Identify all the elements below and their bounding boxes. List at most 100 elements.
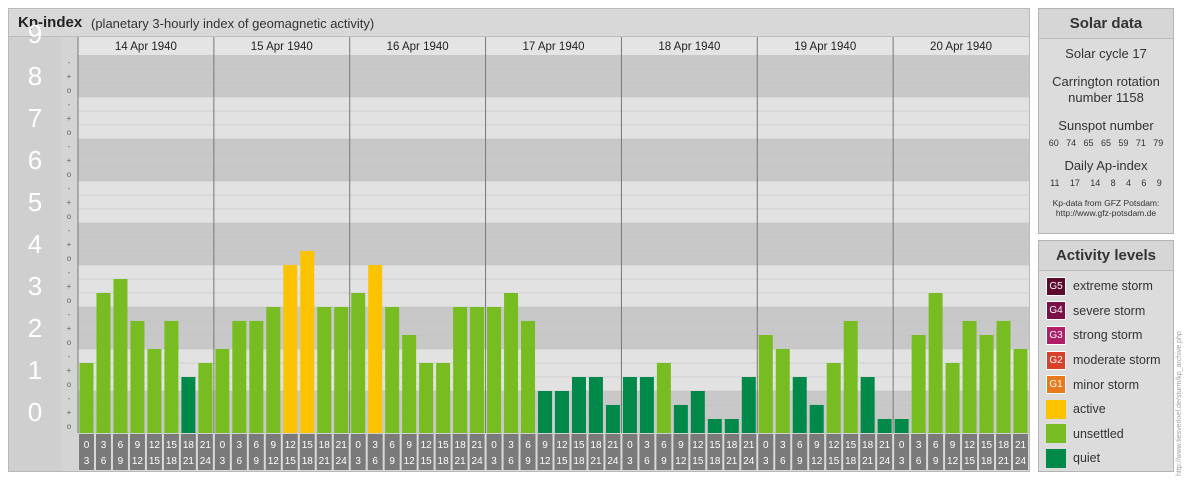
- interval-start-label: 21: [1015, 440, 1027, 451]
- interval-end-label: 9: [118, 456, 124, 467]
- interval-start-label: 0: [220, 440, 226, 451]
- kp-bar-chart: 0123456789o+-o+-o+-o+-o+-o+-o+-o+-o+-14 …: [9, 19, 1029, 471]
- interval-start-label: 21: [336, 440, 348, 451]
- kp-bar: [436, 362, 451, 433]
- ap-value: 4: [1126, 178, 1132, 188]
- kp-bar: [164, 320, 179, 433]
- interval-start-label: 9: [814, 440, 820, 451]
- kp-bar: [979, 335, 994, 433]
- y-minor-label: +: [67, 324, 72, 333]
- interval-end-label: 21: [455, 456, 467, 467]
- interval-end-label: 24: [472, 456, 484, 467]
- y-minor-label: o: [67, 212, 72, 221]
- kp-bar: [113, 278, 128, 433]
- interval-end-label: 18: [845, 456, 857, 467]
- legend-item: quiet: [1039, 446, 1173, 471]
- watermark: http://www.tiesverloef.de/sturm/kp_archi…: [1176, 331, 1183, 476]
- interval-start-label: 12: [149, 440, 161, 451]
- y-minor-label: o: [67, 128, 72, 137]
- legend-swatch: G1: [1046, 375, 1066, 395]
- interval-start-label: 12: [828, 440, 840, 451]
- interval-start-label: 9: [406, 440, 412, 451]
- legend-item: G4 severe storm: [1039, 299, 1173, 324]
- interval-start-label: 21: [879, 440, 891, 451]
- sunspot-value: 79: [1153, 138, 1164, 148]
- legend-label: unsettled: [1073, 426, 1124, 441]
- interval-end-label: 9: [933, 456, 939, 467]
- y-minor-label: -: [68, 184, 71, 193]
- day-label: 19 Apr 1940: [794, 41, 856, 53]
- kp-bar: [504, 293, 519, 433]
- kp-bar: [419, 362, 434, 433]
- y-minor-label: -: [68, 394, 71, 403]
- kp-bar: [571, 377, 586, 433]
- day-label: 15 Apr 1940: [251, 41, 313, 53]
- kp-bar: [690, 391, 705, 433]
- interval-end-label: 3: [84, 456, 90, 467]
- interval-start-label: 9: [542, 440, 548, 451]
- kp-bar: [283, 265, 298, 433]
- y-tick-label: 1: [28, 355, 42, 385]
- interval-end-label: 24: [607, 456, 619, 467]
- interval-start-label: 3: [644, 440, 650, 451]
- interval-end-label: 18: [981, 456, 993, 467]
- legend-label: minor storm: [1073, 377, 1139, 392]
- interval-end-label: 12: [404, 456, 416, 467]
- interval-end-label: 21: [590, 456, 602, 467]
- y-minor-label: +: [67, 156, 72, 165]
- legend-swatch: [1046, 399, 1066, 419]
- interval-end-label: 15: [692, 456, 704, 467]
- interval-start-label: 15: [845, 440, 857, 451]
- interval-start-label: 18: [319, 440, 331, 451]
- interval-end-label: 9: [797, 456, 803, 467]
- y-minor-label: +: [67, 408, 72, 417]
- interval-end-label: 6: [372, 456, 378, 467]
- y-minor-label: -: [68, 352, 71, 361]
- y-tick-label: 6: [28, 145, 42, 175]
- kp-bar: [1013, 349, 1028, 433]
- kp-bar: [300, 251, 315, 433]
- interval-end-label: 15: [964, 456, 976, 467]
- interval-end-label: 12: [132, 456, 144, 467]
- kp-bar: [656, 362, 671, 433]
- interval-end-label: 12: [539, 456, 551, 467]
- activity-levels-panel: Activity levels G5 extreme storm G4 severe …: [1038, 240, 1174, 472]
- interval-start-label: 15: [166, 440, 178, 451]
- kp-bar: [911, 335, 926, 433]
- kp-bar: [215, 349, 230, 433]
- kp-bar: [198, 362, 213, 433]
- y-minor-label: +: [67, 282, 72, 291]
- kp-bar: [555, 391, 569, 433]
- y-minor-label: -: [68, 142, 71, 151]
- interval-end-label: 15: [556, 456, 568, 467]
- interval-end-label: 15: [421, 456, 433, 467]
- interval-end-label: 9: [254, 456, 260, 467]
- interval-end-label: 12: [268, 456, 280, 467]
- y-minor-label: o: [67, 170, 72, 179]
- kp-bar: [351, 293, 366, 433]
- kp-bar: [707, 419, 722, 433]
- ap-value: 14: [1090, 178, 1101, 188]
- interval-start-label: 6: [797, 440, 803, 451]
- legend-label: quiet: [1073, 451, 1101, 466]
- interval-start-label: 6: [933, 440, 939, 451]
- legend-item: active: [1039, 397, 1173, 422]
- y-minor-label: o: [67, 380, 72, 389]
- interval-start-label: 12: [556, 440, 568, 451]
- interval-start-label: 6: [525, 440, 531, 451]
- y-minor-label: -: [68, 100, 71, 109]
- interval-start-label: 15: [709, 440, 721, 451]
- interval-start-label: 21: [607, 440, 619, 451]
- y-minor-label: o: [67, 422, 72, 431]
- y-tick-label: 5: [28, 187, 42, 217]
- legend-item: G5 extreme storm: [1039, 274, 1173, 299]
- interval-end-label: 12: [947, 456, 959, 467]
- kp-bar: [334, 307, 349, 433]
- kp-bar: [232, 320, 247, 433]
- day-label: 18 Apr 1940: [658, 41, 720, 53]
- interval-end-label: 21: [998, 456, 1010, 467]
- y-minor-label: o: [67, 86, 72, 95]
- interval-start-label: 15: [573, 440, 585, 451]
- interval-end-label: 9: [389, 456, 395, 467]
- data-credit-link[interactable]: http://www.gfz-potsdam.de: [1039, 208, 1173, 218]
